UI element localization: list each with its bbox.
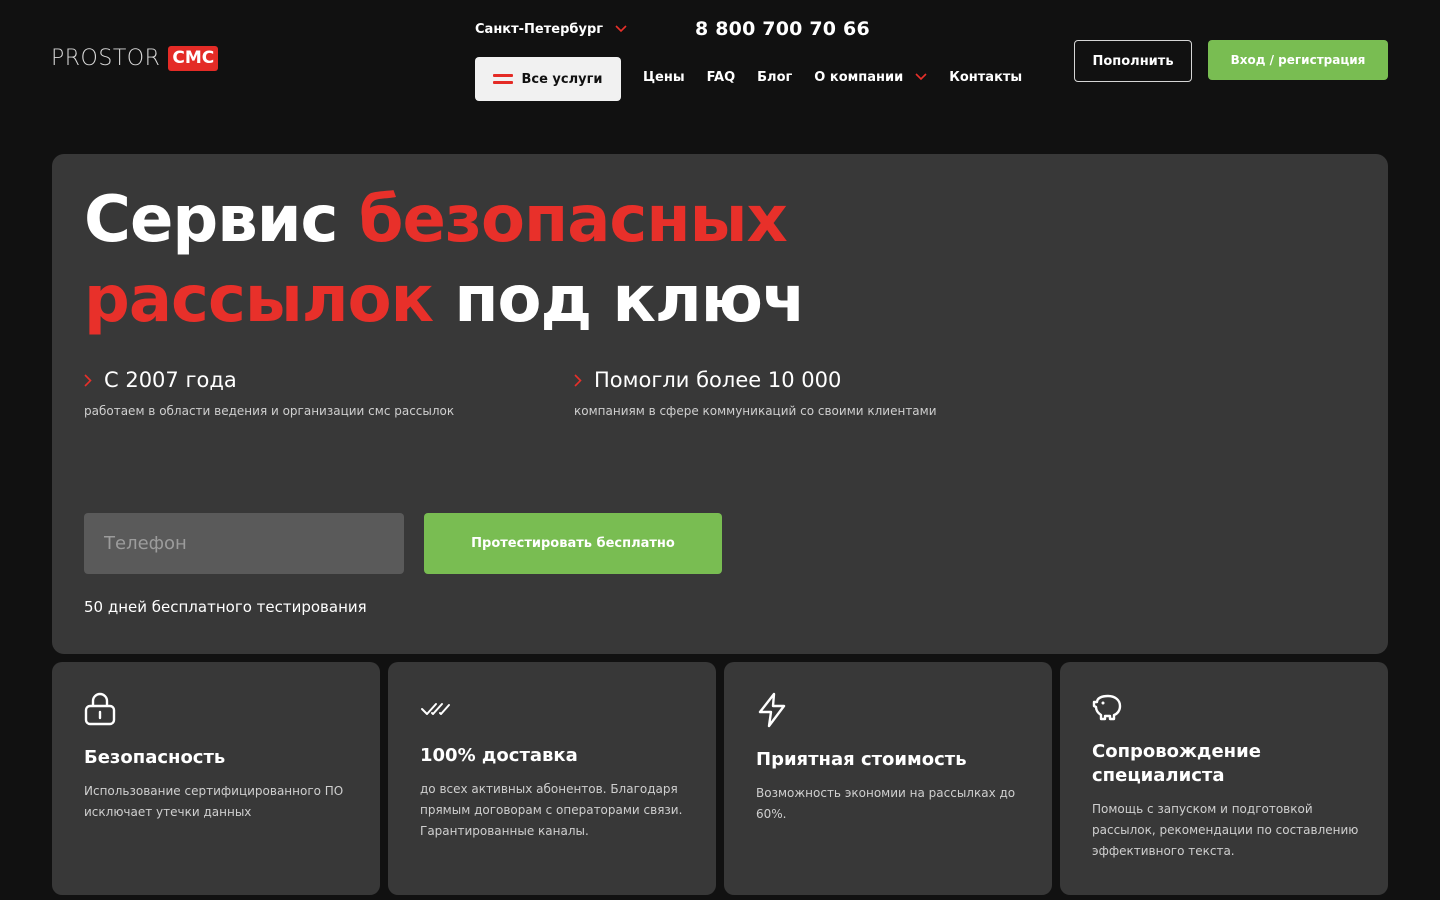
hero-title-part3: рассылок	[84, 263, 434, 337]
hero-title-part4: под ключ	[433, 263, 806, 337]
card-text: Использование сертифицированного ПО искл…	[84, 784, 344, 819]
lock-icon	[84, 692, 116, 730]
test-free-button[interactable]: Протестировать бесплатно	[424, 513, 722, 574]
card-title: Сопровождение специалиста	[1092, 741, 1261, 786]
chevron-down-icon	[915, 70, 927, 85]
logo-badge: СМС	[168, 45, 219, 71]
card-security: Безопасность Использование сертифицирова…	[52, 662, 380, 895]
login-register-button[interactable]: Вход / регистрация	[1208, 40, 1388, 80]
hero-title: Сервис безопасных рассылок под ключ	[84, 180, 806, 340]
card-text: до всех активных абонентов. Благодаря пр…	[420, 782, 683, 838]
feature-clients: Помогли более 10 000 компаниям в сфере к…	[574, 368, 937, 418]
city-label: Санкт-Петербург	[475, 22, 604, 37]
card-title: Приятная стоимость	[756, 749, 967, 770]
logo[interactable]: PROSTOR СМС	[51, 44, 219, 72]
all-services-label: Все услуги	[521, 71, 603, 87]
chevron-right-icon	[574, 368, 582, 392]
feature-subtitle: компаниям в сфере коммуникаций со своими…	[574, 404, 937, 418]
hero-title-part1: Сервис	[84, 183, 359, 257]
trial-note: 50 дней бесплатного тестирования	[84, 598, 367, 616]
chevron-down-icon	[615, 22, 627, 37]
nav-item-blog[interactable]: Блог	[757, 70, 792, 85]
nav-item-faq[interactable]: FAQ	[707, 70, 736, 85]
double-check-icon	[420, 700, 452, 722]
all-services-button[interactable]: Все услуги	[475, 57, 621, 101]
phone-number[interactable]: 8 800 700 70 66	[695, 18, 870, 40]
card-price: Приятная стоимость Возможность экономии …	[724, 662, 1052, 895]
feature-title: С 2007 года	[104, 368, 237, 392]
feature-title: Помогли более 10 000	[594, 368, 842, 392]
nav-item-about-label: О компании	[814, 70, 904, 85]
topup-button[interactable]: Пополнить	[1074, 40, 1192, 82]
nav-item-contacts[interactable]: Контакты	[949, 70, 1022, 85]
card-delivery: 100% доставка до всех активных абонентов…	[388, 662, 716, 895]
card-support: Сопровождение специалиста Помощь с запус…	[1060, 662, 1388, 895]
logo-text: PROSTOR	[51, 45, 161, 71]
card-text: Возможность экономии на рассылках до 60%…	[756, 786, 1016, 821]
lightning-icon	[756, 692, 788, 732]
piggy-bank-icon	[1092, 694, 1124, 726]
hero-title-part2: безопасных	[358, 183, 788, 257]
nav-item-prices[interactable]: Цены	[643, 70, 685, 85]
card-text: Помощь с запуском и подготовкой рассылок…	[1092, 802, 1359, 858]
chevron-right-icon	[84, 368, 92, 392]
hero-panel: Сервис безопасных рассылок под ключ С 200…	[52, 154, 1388, 654]
city-selector[interactable]: Санкт-Петербург	[475, 22, 627, 37]
menu-icon	[493, 74, 514, 84]
nav-item-about[interactable]: О компании	[814, 70, 927, 85]
phone-input[interactable]	[84, 513, 404, 574]
card-title: Безопасность	[84, 747, 226, 768]
card-title: 100% доставка	[420, 745, 578, 766]
main-nav: Цены FAQ Блог О компании Контакты	[643, 70, 1044, 85]
feature-since-2007: С 2007 года работаем в области ведения и…	[84, 368, 454, 418]
feature-subtitle: работаем в области ведения и организации…	[84, 404, 455, 418]
